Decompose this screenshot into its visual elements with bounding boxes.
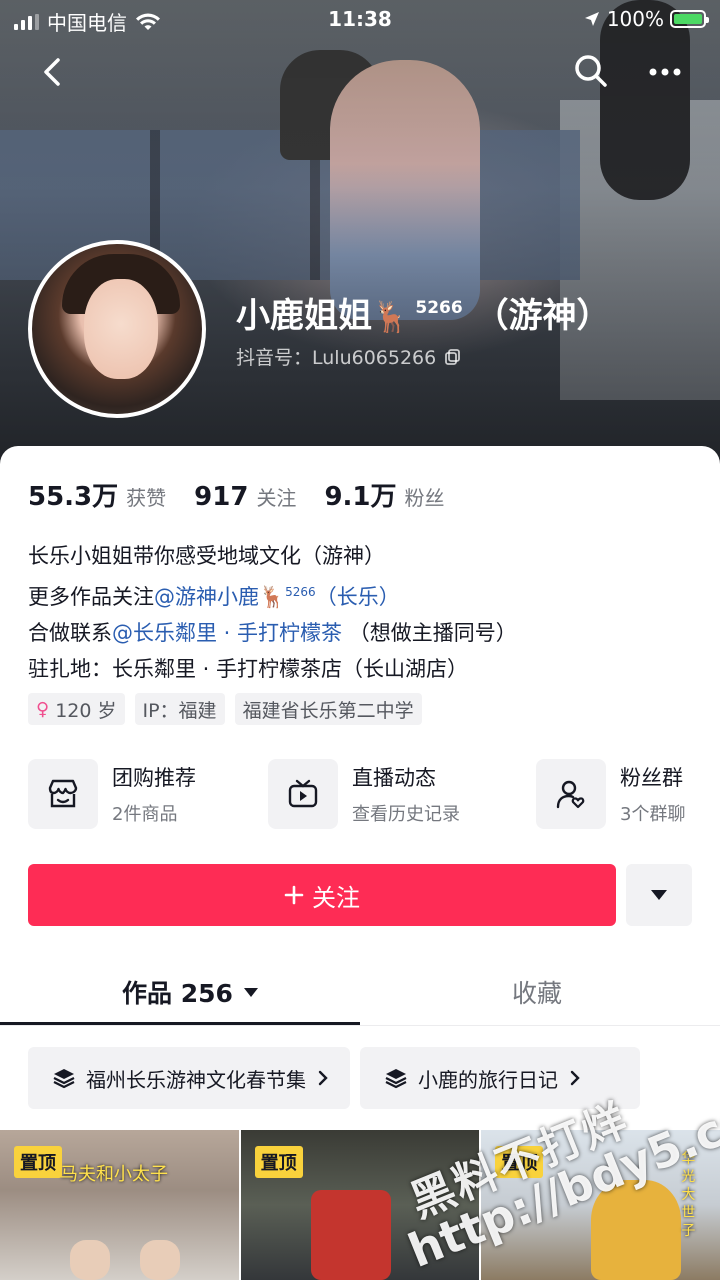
bio-line-4: 驻扎地：长乐鄰里 · 手打柠檬茶店（长山湖店） [28, 657, 469, 681]
age-text: 120 岁 [55, 699, 117, 722]
profile-tags: ♀ 120 岁 IP：福建 福建省长乐第二中学 [28, 693, 422, 725]
female-icon: ♀ [36, 698, 50, 720]
collections-row: 福州长乐游神文化春节集 小鹿的旅行日记 [28, 1047, 640, 1109]
video-thumbnail[interactable]: 马夫和小太子 置顶 [0, 1130, 239, 1280]
ip-tag: IP：福建 [134, 693, 225, 725]
tab-underline [0, 1022, 360, 1025]
collection-chip[interactable]: 小鹿的旅行日记 [360, 1047, 640, 1109]
back-icon[interactable] [38, 56, 70, 88]
bio-line-2-prefix: 更多作品关注 [28, 585, 154, 609]
profile-name-suffix: （游神） [474, 296, 611, 336]
stat-number: 55.3万 [28, 482, 119, 512]
caret-down-icon [651, 890, 667, 900]
feature-title: 团购推荐 [112, 766, 196, 790]
plus-icon [284, 885, 304, 905]
follow-button[interactable]: 关注 [28, 864, 616, 926]
bio-shop-link[interactable]: @长乐鄰里 · 手打柠檬茶 [112, 621, 342, 645]
video-thumbnail[interactable]: 华光大世子 置顶 [481, 1130, 720, 1280]
layers-icon [385, 1069, 407, 1089]
pinned-badge: 置顶 [14, 1146, 62, 1178]
profile-name: 小鹿姐姐🦌 5266 （游神） [236, 288, 611, 337]
bio-mention-text: @游神小鹿🦌 [154, 585, 286, 609]
feature-subtitle: 3个群聊 [620, 804, 686, 825]
collection-label: 小鹿的旅行日记 [418, 1067, 558, 1092]
recommend-dropdown-button[interactable] [626, 864, 692, 926]
douyin-id-text: 抖音号：Lulu6065266 [236, 347, 437, 369]
video-grid: 马夫和小太子 置顶 置顶 华光大世子 置顶 [0, 1130, 720, 1280]
bio-mention-suffix: （长乐） [315, 585, 400, 609]
chevron-right-icon [570, 1070, 580, 1086]
age-tag: ♀ 120 岁 [28, 693, 125, 725]
bio-line-1: 长乐小姐姐带你感受地域文化（游神） [28, 544, 385, 568]
battery-percent: 100% [606, 7, 664, 31]
shop-icon [28, 759, 98, 829]
search-icon[interactable] [574, 54, 608, 88]
group-buy-entry[interactable]: 团购推荐 2件商品 [28, 759, 196, 829]
more-icon[interactable] [648, 60, 682, 84]
status-bar: 中国电信 11:38 100% [0, 0, 720, 38]
feature-subtitle: 查看历史记录 [352, 804, 460, 825]
bio-mention-sup: 5266 [285, 585, 316, 599]
thumb-figure [140, 1240, 180, 1280]
stat-label: 粉丝 [404, 486, 445, 510]
feature-title: 直播动态 [352, 766, 436, 790]
pinned-badge: 置顶 [495, 1146, 544, 1178]
live-history-entry[interactable]: 直播动态查看历史记录 [268, 759, 460, 829]
stats-row: 55.3万 获赞 917 关注 9.1万 粉丝 [28, 476, 445, 513]
stat-followers[interactable]: 9.1万 粉丝 [324, 476, 444, 513]
follow-label: 关注 [312, 883, 360, 912]
pinned-badge: 置顶 [254, 1146, 303, 1178]
thumb-caption: 华光大世子 [681, 1151, 696, 1239]
stat-number: 917 [194, 482, 249, 512]
bio-line-3-prefix: 合做联系 [28, 621, 112, 645]
feature-title: 粉丝群 [620, 766, 683, 790]
tab-works-label: 作品 256 [122, 979, 233, 1008]
fans-group-icon [536, 759, 606, 829]
bio-line-3: 合做联系@长乐鄰里 · 手打柠檬茶 （想做主播同号） [28, 615, 517, 651]
bio-mention-link[interactable]: @游神小鹿🦌5266（长乐） [154, 585, 400, 609]
bio-line-2: 更多作品关注@游神小鹿🦌5266（长乐） [28, 574, 517, 615]
collection-chip[interactable]: 福州长乐游神文化春节集 [28, 1047, 350, 1109]
copy-icon[interactable] [444, 348, 462, 366]
avatar-face [84, 279, 158, 379]
tab-favorites[interactable]: 收藏 [512, 974, 562, 1010]
stat-following[interactable]: 917 关注 [194, 482, 296, 512]
layers-icon [53, 1069, 75, 1089]
tab-works[interactable]: 作品 256 [122, 974, 259, 1010]
stat-number: 9.1万 [324, 482, 397, 512]
profile-name-sup: 5266 [415, 298, 463, 318]
deer-emoji: 🦌 [372, 300, 410, 335]
fans-group-entry[interactable]: 粉丝群 3个群聊 [536, 759, 685, 829]
thumb-caption: 马夫和小太子 [60, 1164, 168, 1185]
thumb-figure [591, 1180, 682, 1280]
location-icon [584, 12, 599, 26]
stat-label: 关注 [256, 486, 297, 510]
bio-line-3-suffix: （想做主播同号） [348, 621, 517, 645]
battery-icon [670, 10, 709, 28]
thumb-figure [310, 1190, 391, 1280]
profile-name-text: 小鹿姐姐 [236, 296, 372, 336]
caret-down-icon [243, 987, 258, 997]
thumb-figure [70, 1240, 110, 1280]
feature-subtitle: 2件商品 [112, 804, 178, 825]
school-tag[interactable]: 福建省长乐第二中学 [234, 693, 422, 725]
video-thumbnail[interactable]: 置顶 [240, 1130, 480, 1280]
chevron-right-icon [318, 1070, 328, 1086]
stat-likes[interactable]: 55.3万 获赞 [28, 476, 166, 513]
collection-label: 福州长乐游神文化春节集 [86, 1067, 306, 1092]
status-right: 100% [583, 7, 709, 31]
avatar[interactable] [28, 240, 206, 418]
content-tabs: 作品 256 收藏 [0, 960, 720, 1026]
stat-label: 获赞 [126, 486, 167, 510]
douyin-id: 抖音号：Lulu6065266 [236, 343, 462, 370]
tv-icon [268, 759, 338, 829]
bio: 长乐小姐姐带你感受地域文化（游神） 更多作品关注@游神小鹿🦌5266（长乐） 合… [28, 538, 517, 687]
feature-entries: 团购推荐 2件商品 直播动态查看历史记录 粉丝群 3个群聊 [28, 759, 720, 829]
